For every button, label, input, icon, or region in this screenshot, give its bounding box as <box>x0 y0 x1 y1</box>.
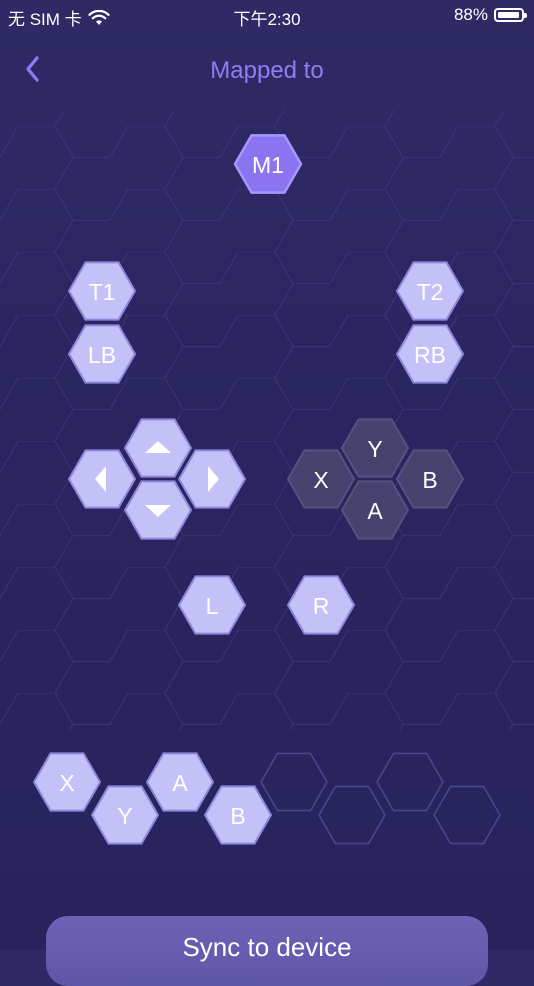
button-map-board: M1 T1 T2 LB RB Y X B A L R X Y A B <box>0 110 534 845</box>
sequence-key-a[interactable]: A <box>145 752 215 812</box>
sequence-key-x[interactable]: X <box>32 752 102 812</box>
sequence-key-b-label: B <box>230 803 245 829</box>
sequence-key-x-label: X <box>59 770 74 796</box>
t2-key-label: T2 <box>417 279 444 305</box>
face-x-key-label: X <box>313 467 328 493</box>
rb-key-label: RB <box>414 342 446 368</box>
sync-to-device-button[interactable]: Sync to device <box>46 916 488 986</box>
sequence-empty-slot[interactable] <box>433 785 501 845</box>
face-a-key-label: A <box>367 498 383 524</box>
sequence-key-a-label: A <box>172 770 188 796</box>
sequence-empty-slot[interactable] <box>260 752 328 812</box>
face-y-key-label: Y <box>367 436 382 462</box>
face-b-key-label: B <box>422 467 437 493</box>
lb-key-label: LB <box>88 342 116 368</box>
sequence-empty-slot[interactable] <box>376 752 444 812</box>
sequence-key-y[interactable]: Y <box>90 785 160 845</box>
sequence-key-y-label: Y <box>117 803 132 829</box>
sequence-empty-slot[interactable] <box>318 785 386 845</box>
sequence-key-b[interactable]: B <box>203 785 273 845</box>
t1-key-label: T1 <box>89 279 116 305</box>
m1-key-label: M1 <box>252 152 284 178</box>
r-stick-key-label: R <box>313 593 330 619</box>
l-stick-key-label: L <box>206 593 219 619</box>
